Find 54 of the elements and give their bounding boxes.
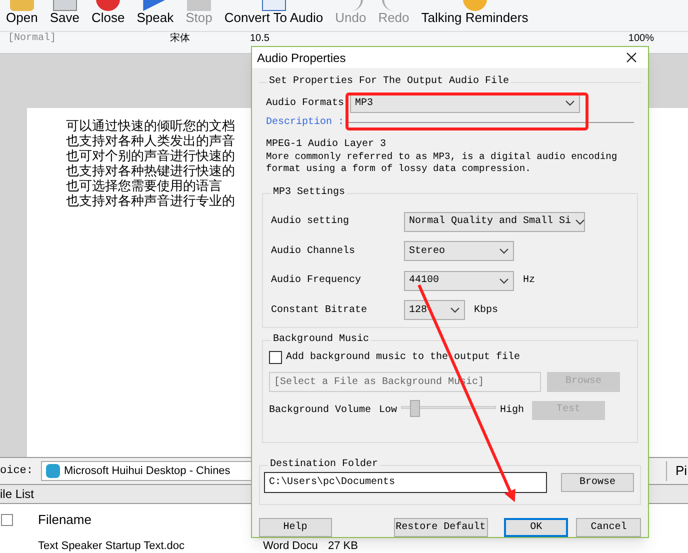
dialog-button[interactable]: OK xyxy=(504,518,568,537)
toolbar-button[interactable]: Talking Reminders xyxy=(415,0,534,31)
document-line: 也可对个别的声音进行快速的 xyxy=(66,148,235,163)
size-dropdown[interactable]: 10.5 xyxy=(250,33,290,44)
document-line: 也支持对各种热键进行快速的 xyxy=(66,163,235,178)
voice-dropdown[interactable]: Microsoft Huihui Desktop - Chines xyxy=(41,461,254,481)
dialog-button[interactable]: Help xyxy=(259,518,332,537)
setting-label: Audio Channels xyxy=(271,244,356,259)
document-line: 也可选择您需要使用的语言 xyxy=(66,178,222,193)
setting-dropdown[interactable]: 44100 xyxy=(404,270,514,291)
description-label: Description : xyxy=(266,116,344,130)
dialog-title: Audio Properties xyxy=(257,50,346,66)
slider-thumb[interactable] xyxy=(410,400,420,417)
setting-dropdown[interactable]: Stereo xyxy=(404,241,514,262)
close-icon[interactable] xyxy=(626,52,637,63)
description-text: More commonly referred to as MP3, is a digital audio encoding format using a form of lossy data compression. xyxy=(266,151,618,175)
toolbar-button[interactable]: Close xyxy=(85,0,131,31)
file-cell-text: Text Speaker Startup Text.doc xyxy=(38,540,186,552)
unit-label: Kbps xyxy=(474,304,498,318)
document-line: 可以通过快速的倾听您的文档 xyxy=(66,118,235,133)
description-title: MPEG-1 Audio Layer 3 xyxy=(266,138,386,151)
setting-dropdown[interactable]: Normal Quality and Small Si xyxy=(404,212,585,232)
document-line: 也支持对各种声音进行专业的 xyxy=(66,193,235,208)
voice-label: oice: xyxy=(0,464,34,479)
checkbox-label: Add background music to the output file xyxy=(286,350,520,365)
column-header: Pi xyxy=(666,461,687,481)
file-list-title: ile List xyxy=(0,486,34,503)
volume-slider[interactable] xyxy=(401,400,496,420)
volume-label: Background Volume xyxy=(269,404,372,418)
size-cell: 27 KB xyxy=(328,540,358,552)
folder-path-field[interactable]: C:\Users\pc\Documents xyxy=(264,472,547,493)
font-dropdown[interactable]: 宋体 xyxy=(170,33,250,44)
unit-label: Hz xyxy=(523,274,536,288)
dialog-button[interactable]: Browse xyxy=(561,473,634,492)
setting-label: Audio setting xyxy=(271,214,350,230)
toolbar-button[interactable]: Speak xyxy=(130,0,180,31)
setting-label: Audio Frequency xyxy=(271,274,362,288)
low-label: Low xyxy=(379,404,398,418)
column-header: Filename xyxy=(38,511,92,530)
toolbar-button[interactable]: Convert To Audio xyxy=(218,0,330,31)
setting-dropdown[interactable]: 128 xyxy=(404,300,465,320)
type-cell-text: Word Docu xyxy=(263,540,319,552)
checkbox[interactable] xyxy=(269,351,282,364)
setting-label: Constant Bitrate xyxy=(271,304,368,318)
toolbar-button[interactable]: Open xyxy=(0,0,44,31)
select-all-checkbox[interactable] xyxy=(1,514,13,526)
toolbar-button[interactable]: Save xyxy=(44,0,86,31)
dialog-button[interactable]: Cancel xyxy=(576,518,641,537)
document-line: 也支持对各种人类发出的声音 xyxy=(66,133,235,148)
field-label: Audio Formats xyxy=(266,96,344,110)
zoom-dropdown[interactable]: 100% xyxy=(628,33,654,44)
voice-icon xyxy=(46,464,60,478)
dialog-button[interactable]: Restore Default xyxy=(394,518,488,537)
high-label: High xyxy=(500,404,524,418)
